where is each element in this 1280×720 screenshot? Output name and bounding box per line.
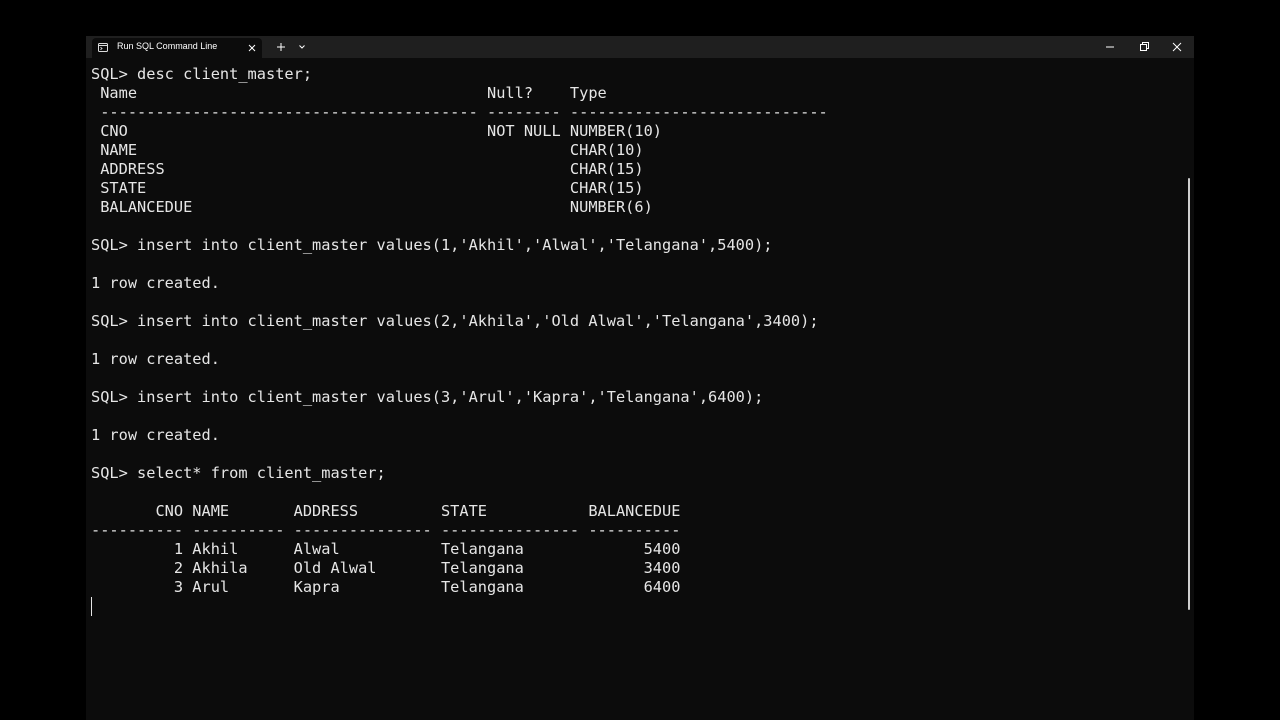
tab-title: Run SQL Command Line	[117, 41, 218, 51]
terminal-line: ----------------------------------------…	[91, 103, 828, 121]
terminal-line: 3 Arul Kapra Telangana 6400	[91, 578, 681, 596]
terminal-line: SQL> select* from client_master;	[91, 464, 386, 482]
terminal-output[interactable]: SQL> desc client_master; Name Null? Type…	[91, 65, 1171, 645]
terminal-line: SQL> insert into client_master values(1,…	[91, 236, 773, 254]
text-cursor	[91, 597, 92, 616]
terminal-line: CNO NOT NULL NUMBER(10)	[91, 122, 662, 140]
plus-icon[interactable]	[274, 40, 288, 54]
scrollbar-thumb[interactable]	[1188, 178, 1190, 610]
terminal-line: 1 row created.	[91, 274, 220, 292]
terminal-line: ADDRESS CHAR(15)	[91, 160, 644, 178]
terminal-line: STATE CHAR(15)	[91, 179, 644, 197]
terminal-line: NAME CHAR(10)	[91, 141, 644, 159]
chevron-down-icon[interactable]	[295, 40, 309, 54]
close-icon[interactable]	[1170, 40, 1184, 54]
title-bar: Run SQL Command Line	[86, 36, 1194, 58]
terminal-line: 2 Akhila Old Alwal Telangana 3400	[91, 559, 681, 577]
terminal-line: SQL> insert into client_master values(3,…	[91, 388, 764, 406]
close-tab-icon[interactable]	[247, 43, 257, 53]
terminal-line: 1 Akhil Alwal Telangana 5400	[91, 540, 681, 558]
terminal-line: ---------- ---------- --------------- --…	[91, 521, 681, 539]
minimize-icon[interactable]	[1103, 40, 1117, 54]
tab-run-sql-command-line[interactable]: Run SQL Command Line	[92, 38, 262, 58]
terminal-line: BALANCEDUE NUMBER(6)	[91, 198, 653, 216]
terminal-icon	[98, 43, 108, 52]
terminal-line: SQL> desc client_master;	[91, 65, 313, 83]
terminal-line: CNO NAME ADDRESS STATE BALANCEDUE	[91, 502, 681, 520]
terminal-line: SQL> insert into client_master values(2,…	[91, 312, 819, 330]
terminal-window: Run SQL Command Line SQL> desc client_ma…	[86, 36, 1194, 720]
restore-icon[interactable]	[1137, 40, 1151, 54]
terminal-line: Name Null? Type	[91, 84, 607, 102]
terminal-line: 1 row created.	[91, 426, 220, 444]
terminal-line: 1 row created.	[91, 350, 220, 368]
